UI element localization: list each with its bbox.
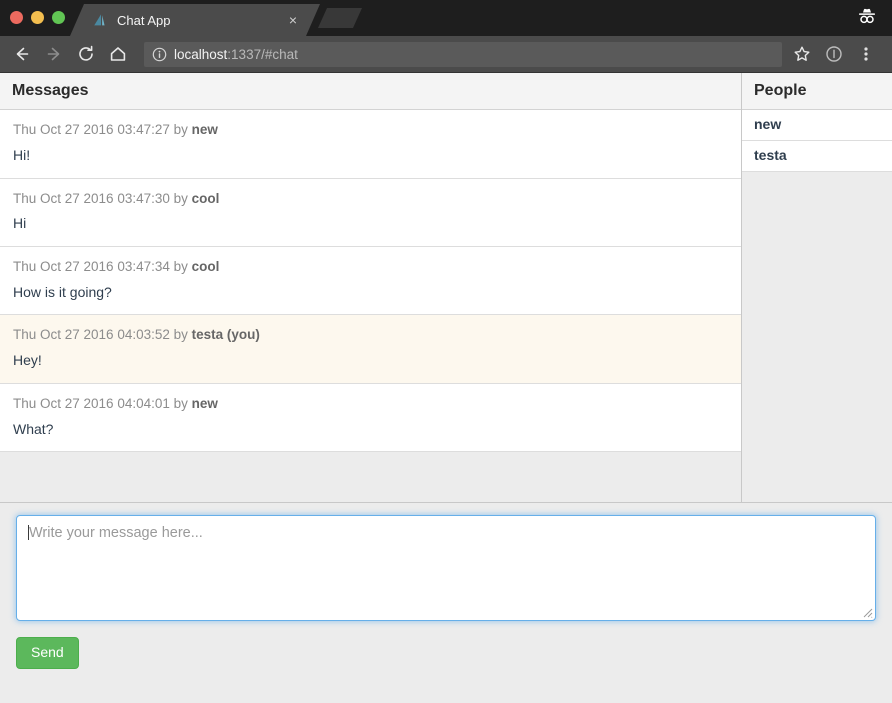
star-icon [794,46,810,61]
close-window-button[interactable] [10,11,23,24]
message-by-label: by [169,190,192,206]
message-meta: Thu Oct 27 2016 03:47:30 by cool [13,191,727,208]
message-author: new [191,122,218,138]
bookmark-button[interactable] [788,40,816,68]
send-row: Send [0,621,892,670]
message-timestamp: Thu Oct 27 2016 03:47:30 [13,190,170,206]
message-input[interactable]: Write your message here... [16,515,876,621]
message-author: cool [191,190,220,206]
message-meta: Thu Oct 27 2016 04:03:52 by testa (you) [13,327,727,344]
person-row[interactable]: testa [742,141,892,172]
message-composer: Write your message here... [0,503,892,621]
message-timestamp: Thu Oct 27 2016 04:04:01 [13,395,170,411]
message-timestamp: Thu Oct 27 2016 03:47:34 [13,258,170,274]
sail-icon [92,13,107,28]
address-bar[interactable]: localhost:1337/#chat [144,41,782,67]
chat-app-page: Messages Thu Oct 27 2016 03:47:27 by new… [0,73,892,703]
site-info-icon[interactable] [152,47,167,62]
message-by-label: by [169,122,192,138]
message-row: Thu Oct 27 2016 04:04:01 by new What? [0,383,741,453]
messages-panel: Messages Thu Oct 27 2016 03:47:27 by new… [0,73,742,503]
message-author: new [191,395,218,411]
message-text: Hey! [13,352,42,369]
tab-title: Chat App [117,13,171,27]
address-bar-url: localhost:1337/#chat [174,47,298,62]
person-row[interactable]: new [742,110,892,142]
send-button[interactable]: Send [16,637,79,670]
message-meta: Thu Oct 27 2016 03:47:27 by new [13,122,727,139]
account-circle-icon [826,46,842,62]
panels-row: Messages Thu Oct 27 2016 03:47:27 by new… [0,73,892,503]
messages-title: Messages [12,82,89,99]
window-traffic-lights [10,11,65,24]
message-author: cool [191,258,220,274]
profile-button[interactable] [820,40,848,68]
incognito-icon [859,8,875,24]
message-meta: Thu Oct 27 2016 04:04:01 by new [13,396,727,413]
tab-strip: Chat App × [70,4,892,36]
message-by-label: by [169,395,192,411]
back-arrow-icon [16,47,29,61]
new-tab-button[interactable] [318,8,362,28]
forward-button[interactable] [40,40,68,68]
home-icon [110,47,126,61]
message-text: How is it going? [13,283,112,300]
url-host: localhost [174,46,228,62]
reload-button[interactable] [72,40,100,68]
message-row: Thu Oct 27 2016 03:47:30 by cool Hi [0,178,741,247]
message-text: Hi! [13,147,31,164]
message-row: Thu Oct 27 2016 03:47:34 by cool How is i… [0,246,741,316]
close-tab-button[interactable]: × [284,13,302,27]
back-button[interactable] [8,40,36,68]
forward-arrow-icon [47,47,60,61]
browser-toolbar: localhost:1337/#chat [0,36,892,73]
message-row: Thu Oct 27 2016 04:03:52 by testa (you) H… [0,315,741,384]
home-button[interactable] [104,40,132,68]
browser-title-bar: Chat App × [0,0,892,36]
message-text: What? [13,420,54,437]
url-path: :1337/#chat [227,46,298,62]
message-input-placeholder: Write your message here... [29,525,203,541]
message-meta: Thu Oct 27 2016 03:47:34 by cool [13,259,727,276]
message-text: Hi [13,215,27,232]
reload-icon [79,45,93,61]
people-title: People [754,82,807,99]
minimize-window-button[interactable] [31,11,44,24]
messages-list[interactable]: Thu Oct 27 2016 03:47:27 by new Hi! Thu Oc… [0,110,741,502]
people-list[interactable]: new testa [742,110,892,502]
message-row: Thu Oct 27 2016 03:47:27 by new Hi! [0,110,741,179]
messages-panel-header: Messages [0,73,741,111]
message-by-label: by [169,258,192,274]
message-timestamp: Thu Oct 27 2016 04:03:52 [13,327,170,343]
three-dot-menu-icon [864,47,868,61]
resize-handle-icon[interactable] [861,606,873,618]
message-author: testa (you) [191,327,260,343]
toolbar-actions [788,40,884,68]
message-timestamp: Thu Oct 27 2016 03:47:27 [13,122,170,138]
message-by-label: by [169,327,192,343]
maximize-window-button[interactable] [52,11,65,24]
tab-chat-app[interactable]: Chat App × [70,4,320,36]
browser-menu-button[interactable] [852,40,880,68]
people-panel: People new testa [742,73,892,503]
people-panel-header: People [742,73,892,111]
